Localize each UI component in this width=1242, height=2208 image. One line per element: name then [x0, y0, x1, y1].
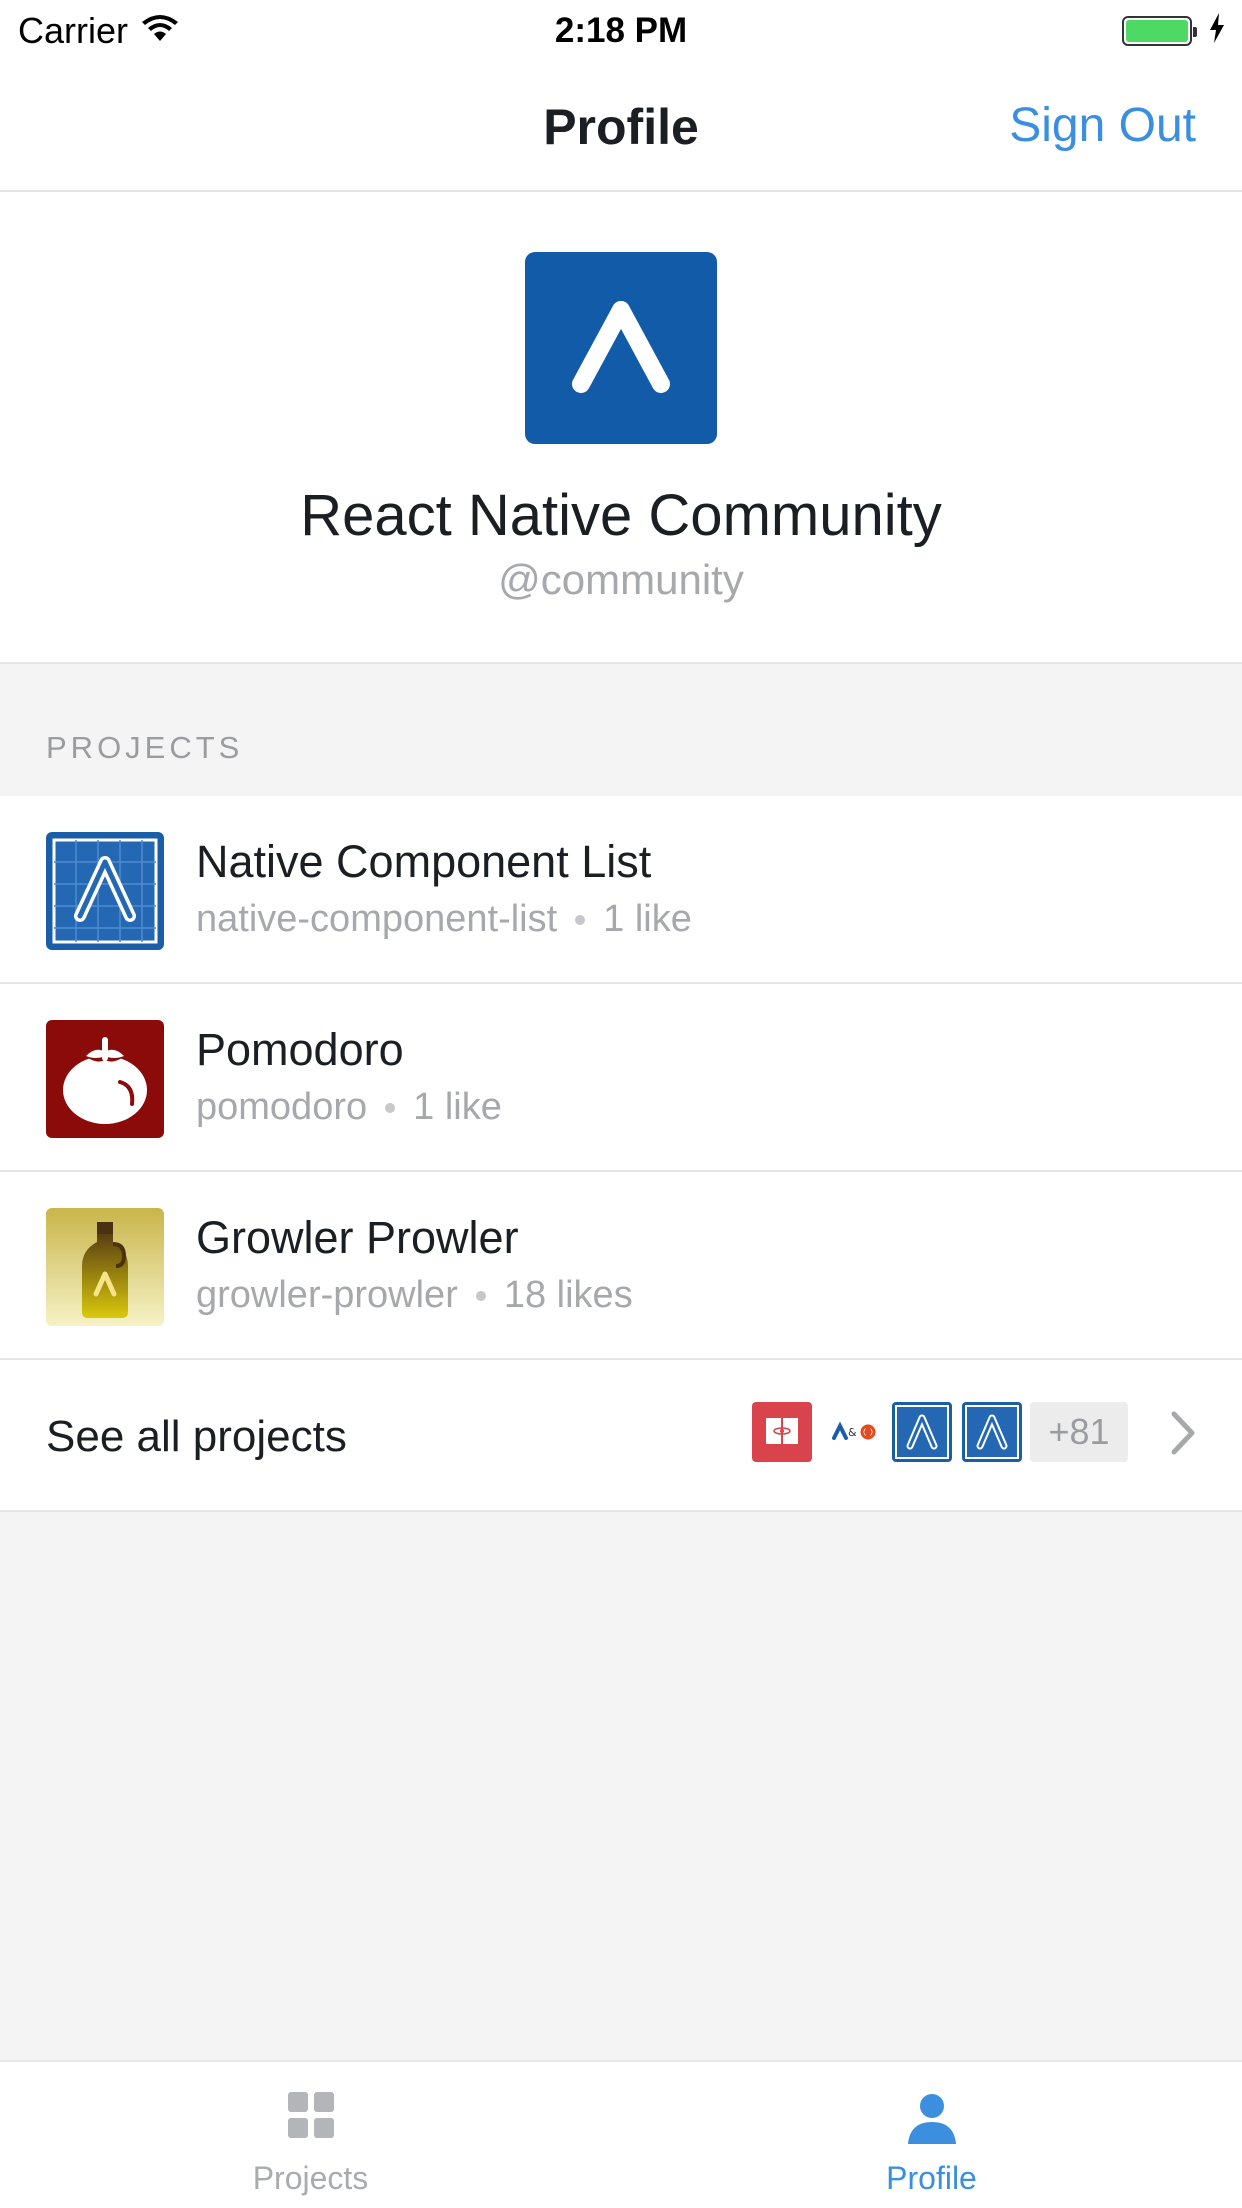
- project-likes: 1 like: [413, 1086, 502, 1128]
- list-item[interactable]: Native Component List native-component-l…: [0, 796, 1242, 984]
- project-meta: growler-prowler 18 likes: [196, 1274, 633, 1317]
- project-meta: pomodoro 1 like: [196, 1086, 502, 1129]
- tab-bar: Projects Profile: [0, 2060, 1242, 2208]
- project-likes: 1 like: [603, 898, 692, 940]
- charging-bolt-icon: [1208, 10, 1226, 52]
- project-likes: 18 likes: [503, 1274, 633, 1316]
- profile-name: React Native Community: [300, 483, 942, 548]
- separator-dot: [475, 1290, 486, 1301]
- person-icon: [904, 2090, 960, 2151]
- project-meta: native-component-list 1 like: [196, 898, 692, 941]
- project-slug: growler-prowler: [196, 1274, 458, 1316]
- battery-icon: [1122, 16, 1197, 46]
- project-slug: pomodoro: [196, 1086, 368, 1128]
- svg-text:&: &: [848, 1426, 857, 1439]
- project-name: Native Component List: [196, 836, 652, 887]
- react-book-icon: [752, 1402, 812, 1462]
- separator-dot: [385, 1102, 396, 1113]
- projects-section-header: PROJECTS: [0, 664, 1242, 796]
- list-item[interactable]: Pomodoro pomodoro 1 like: [0, 984, 1242, 1172]
- chevron-right-icon: [1168, 1408, 1198, 1463]
- see-all-projects-button[interactable]: See all projects & +81: [0, 1360, 1242, 1512]
- status-bar: Carrier 2:18 PM: [0, 0, 1242, 62]
- profile-username: @community: [498, 556, 744, 603]
- tab-label: Profile: [886, 2160, 977, 2196]
- tab-profile[interactable]: Profile: [621, 2062, 1242, 2208]
- sign-out-button[interactable]: Sign Out: [1009, 98, 1196, 153]
- see-all-label: See all projects: [46, 1412, 347, 1461]
- separator-dot: [575, 914, 586, 925]
- tomato-icon: [46, 1020, 164, 1138]
- expo-and-auth0-icon: &: [822, 1402, 882, 1462]
- wifi-icon: [142, 10, 179, 52]
- navigation-bar: Profile Sign Out: [0, 62, 1242, 192]
- tab-projects[interactable]: Projects: [0, 2062, 621, 2208]
- project-list: Native Component List native-component-l…: [0, 796, 1242, 1512]
- list-item[interactable]: Growler Prowler growler-prowler 18 likes: [0, 1172, 1242, 1360]
- project-preview-icons: &: [752, 1402, 1022, 1462]
- growler-bottle-icon: [46, 1208, 164, 1326]
- project-name: Pomodoro: [196, 1024, 404, 1075]
- avatar: [525, 252, 717, 444]
- carrier-label: Carrier: [18, 10, 129, 51]
- status-right: [1122, 10, 1226, 52]
- profile-header: React Native Community @community: [0, 192, 1242, 664]
- status-left: Carrier: [18, 10, 179, 52]
- more-projects-badge: +81: [1030, 1402, 1128, 1462]
- expo-blueprint-icon: [892, 1402, 952, 1462]
- project-name: Growler Prowler: [196, 1212, 519, 1263]
- section-title: PROJECTS: [46, 730, 244, 765]
- expo-blueprint-icon: [46, 832, 164, 950]
- expo-blueprint-icon: [962, 1402, 1022, 1462]
- expo-logo-icon: [572, 301, 670, 393]
- status-time: 2:18 PM: [554, 11, 688, 50]
- grid-icon: [286, 2090, 336, 2145]
- tab-label: Projects: [252, 2160, 369, 2196]
- project-slug: native-component-list: [196, 898, 558, 940]
